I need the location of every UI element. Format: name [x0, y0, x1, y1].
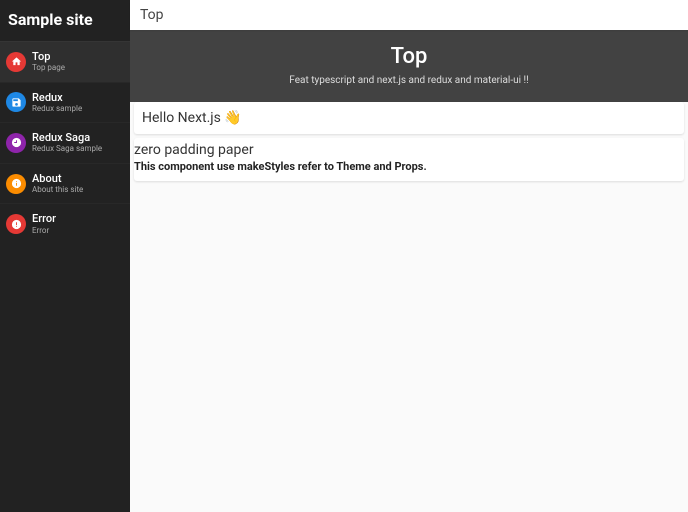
page-title: Top	[140, 7, 164, 23]
sidebar-item-sub: Top page	[32, 63, 65, 73]
topbar: Top	[130, 0, 688, 30]
sidebar-item-redux-saga[interactable]: Redux Saga Redux Saga sample	[0, 122, 130, 163]
sidebar-item-label: Error	[32, 212, 56, 225]
sidebar-item-redux[interactable]: Redux Redux sample	[0, 82, 130, 123]
sidebar-item-about[interactable]: About About this site	[0, 163, 130, 204]
sidebar-item-label: Redux Saga	[32, 131, 102, 144]
sidebar-item-top[interactable]: Top Top page	[0, 41, 130, 82]
hero-subtitle: Feat typescript and next.js and redux an…	[140, 75, 678, 86]
zero-padding-paper: zero padding paper This component use ma…	[134, 138, 684, 181]
error-icon	[6, 214, 26, 234]
save-icon	[6, 92, 26, 112]
greeting-paper: Hello Next.js 👋	[134, 102, 684, 134]
sidebar-item-label: About	[32, 172, 83, 185]
sidebar-item-sub: Redux Saga sample	[32, 144, 102, 154]
sidebar: Sample site Top Top page Redux Redux sam…	[0, 0, 130, 512]
greeting-text: Hello Next.js 👋	[142, 110, 242, 126]
sidebar-item-label: Redux	[32, 91, 82, 104]
info-icon	[6, 174, 26, 194]
sidebar-item-sub: About this site	[32, 185, 83, 195]
sidebar-item-error[interactable]: Error Error	[0, 203, 130, 244]
sidebar-item-sub: Redux sample	[32, 104, 82, 114]
zero-body: This component use makeStyles refer to T…	[134, 160, 684, 173]
sidebar-item-sub: Error	[32, 226, 56, 236]
timer-icon	[6, 133, 26, 153]
hero: Top Feat typescript and next.js and redu…	[130, 30, 688, 102]
main: Top Top Feat typescript and next.js and …	[130, 0, 688, 512]
home-icon	[6, 52, 26, 72]
site-title: Sample site	[0, 0, 130, 41]
hero-title: Top	[140, 44, 678, 69]
zero-title: zero padding paper	[134, 142, 684, 158]
sidebar-item-label: Top	[32, 50, 65, 63]
